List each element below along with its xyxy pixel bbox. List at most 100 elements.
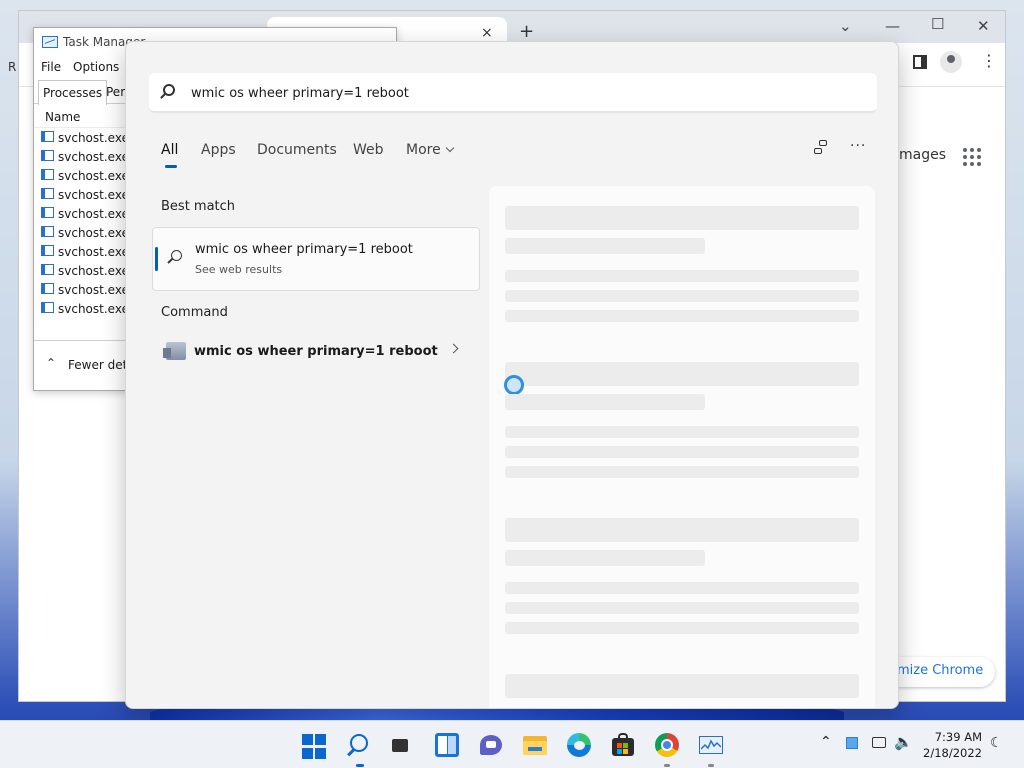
process-icon [41, 207, 54, 218]
process-name: svchost.exe [58, 188, 129, 202]
skeleton-line [505, 394, 705, 410]
process-name: svchost.exe [58, 264, 129, 278]
loading-spinner-icon [504, 375, 524, 395]
process-name: svchost.exe [58, 283, 129, 297]
command-heading: Command [161, 305, 228, 320]
tab-web[interactable]: Web [353, 142, 384, 158]
defender-icon[interactable] [846, 737, 858, 749]
clock-date: 2/18/2022 [923, 746, 982, 760]
chevron-up-icon[interactable]: ⌃ [820, 734, 832, 750]
widgets-icon[interactable] [434, 732, 460, 758]
skeleton-line [505, 622, 859, 634]
command-prompt-icon [163, 342, 186, 360]
process-icon [41, 188, 54, 199]
tab-more-label: More [406, 142, 441, 158]
skeleton-line [505, 206, 859, 230]
task-view-icon[interactable] [390, 732, 416, 758]
process-icon [41, 264, 54, 275]
process-icon [41, 226, 54, 237]
tab-all[interactable]: All [161, 142, 178, 158]
running-app-indicator [664, 764, 670, 767]
process-name: svchost.exe [58, 302, 129, 316]
store-icon[interactable] [610, 732, 636, 758]
file-explorer-icon[interactable] [522, 732, 548, 758]
google-images-link[interactable]: mages [899, 147, 946, 163]
tab-more[interactable]: More [406, 142, 454, 158]
process-name: svchost.exe [58, 169, 129, 183]
skeleton-line [505, 466, 859, 478]
edge-icon[interactable] [566, 732, 592, 758]
skeleton-line [505, 446, 859, 458]
skeleton-line [505, 310, 859, 322]
skeleton-line [505, 238, 705, 254]
minimize-icon[interactable]: — [885, 17, 900, 35]
menu-file[interactable]: File [41, 60, 61, 74]
running-app-indicator [708, 764, 714, 767]
command-result[interactable]: wmic os wheer primary=1 reboot [152, 336, 480, 370]
process-icon [41, 131, 54, 142]
share-results-icon[interactable] [814, 140, 830, 156]
close-window-icon[interactable]: ✕ [977, 17, 990, 35]
command-title: wmic os wheer primary=1 reboot [194, 344, 438, 359]
column-name-label: Name [45, 110, 81, 124]
taskbar: ⌃ 🔈 7:39 AM 2/18/2022 ☾ [0, 720, 1024, 768]
skeleton-line [505, 270, 859, 282]
best-match-title: wmic os wheer primary=1 reboot [195, 242, 413, 257]
chrome-icon[interactable] [654, 732, 680, 758]
close-tab-icon[interactable]: × [481, 25, 493, 41]
desktop-icon-label[interactable]: R [8, 60, 16, 74]
chevron-right-icon[interactable] [448, 343, 459, 354]
tab-search-icon[interactable]: ⌄ [839, 17, 852, 35]
best-match-heading: Best match [161, 199, 236, 214]
start-icon[interactable] [302, 734, 328, 760]
skeleton-line [505, 602, 859, 614]
tab-apps[interactable]: Apps [201, 142, 236, 158]
skeleton-line [505, 582, 859, 594]
search-box[interactable] [149, 73, 877, 113]
more-options-icon[interactable]: ··· [850, 138, 866, 154]
notifications-icon[interactable]: ☾ [990, 735, 1003, 751]
skeleton-line [505, 518, 859, 542]
maximize-icon[interactable]: ☐ [931, 15, 944, 33]
process-icon [41, 302, 54, 313]
new-tab-button[interactable]: + [519, 21, 534, 42]
tab-documents[interactable]: Documents [257, 142, 337, 158]
skeleton-line [505, 550, 705, 566]
chevron-up-icon: ⌃ [46, 356, 57, 370]
process-name: svchost.exe [58, 226, 129, 240]
process-icon [41, 245, 54, 256]
skeleton-line [505, 426, 859, 438]
web-search-icon [171, 250, 182, 261]
network-icon[interactable] [872, 737, 886, 748]
best-match-result[interactable]: wmic os wheer primary=1 reboot See web r… [152, 227, 480, 291]
customize-chrome-button[interactable]: mize Chrome [885, 657, 996, 687]
clock[interactable]: 7:39 AM 2/18/2022 [922, 729, 982, 761]
chevron-down-icon [445, 143, 454, 153]
process-name: svchost.exe [58, 150, 129, 164]
process-icon [41, 169, 54, 180]
search-flyout: All Apps Documents Web More ··· Best mat… [125, 41, 899, 709]
search-input[interactable] [191, 82, 851, 104]
google-apps-icon[interactable] [963, 148, 981, 166]
chrome-menu-icon[interactable]: ⋮ [981, 51, 997, 70]
result-preview-pane [489, 186, 875, 708]
task-manager-icon[interactable] [698, 732, 724, 758]
search-icon[interactable] [346, 732, 372, 758]
chat-icon[interactable] [478, 732, 504, 758]
skeleton-line [505, 362, 859, 386]
process-icon [41, 150, 54, 161]
task-manager-app-icon [42, 36, 58, 48]
active-tab-indicator [165, 165, 177, 168]
process-name: svchost.exe [58, 131, 129, 145]
best-match-subtitle: See web results [195, 263, 283, 276]
menu-options[interactable]: Options [73, 60, 119, 74]
process-name: svchost.exe [58, 207, 129, 221]
clock-time: 7:39 AM [934, 730, 982, 744]
skeleton-line [505, 674, 859, 698]
selection-accent [155, 247, 158, 271]
tab-processes[interactable]: Processes [38, 80, 108, 105]
volume-icon[interactable]: 🔈 [894, 733, 913, 751]
side-panel-icon[interactable] [913, 55, 927, 69]
active-app-indicator [356, 764, 364, 767]
profile-avatar-icon[interactable] [940, 51, 962, 73]
